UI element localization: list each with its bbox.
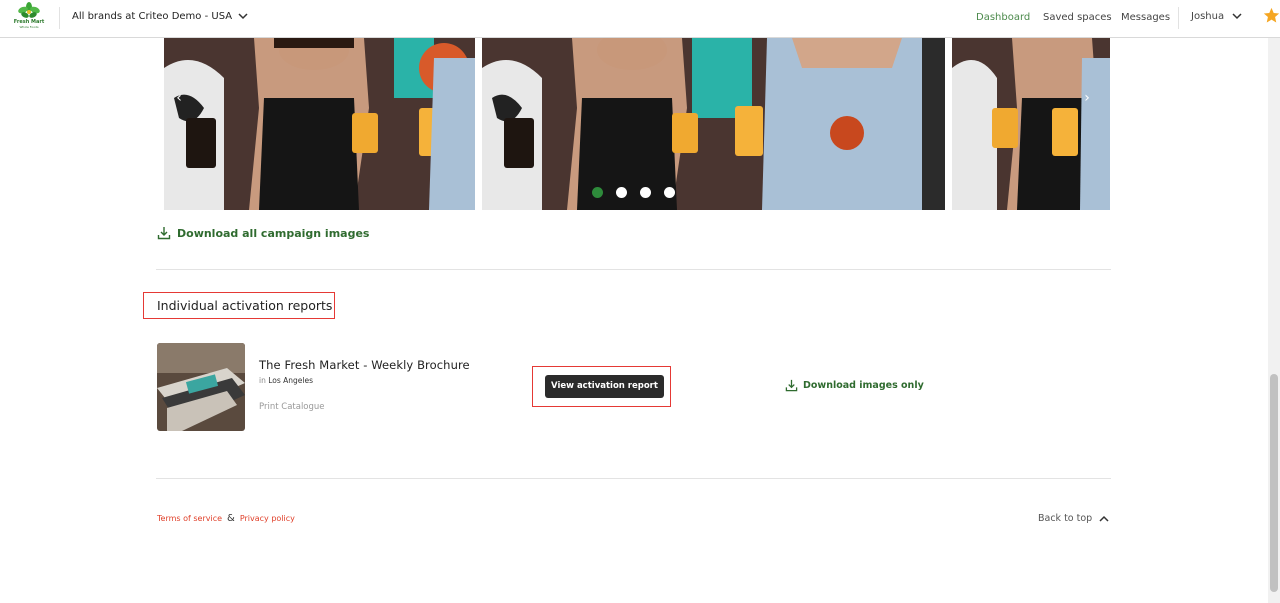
leaf-logo-icon — [18, 2, 40, 18]
carousel-dot[interactable] — [664, 187, 675, 198]
chevron-up-icon — [1099, 515, 1109, 522]
terms-of-service-link[interactable]: Terms of service — [157, 514, 222, 523]
brochure-image — [157, 343, 245, 431]
carousel-pagination — [592, 187, 675, 198]
back-to-top-link[interactable]: Back to top — [1038, 513, 1109, 524]
header-divider — [59, 7, 60, 29]
brand-selector[interactable]: All brands at Criteo Demo - USA — [72, 11, 248, 22]
download-all-images-link[interactable]: Download all campaign images — [157, 226, 369, 240]
logo-subtext: Whole Foods — [19, 25, 39, 29]
carousel-slide — [482, 38, 945, 210]
campaign-photo — [952, 38, 1110, 210]
privacy-policy-link[interactable]: Privacy policy — [240, 514, 295, 523]
download-images-label: Download images only — [803, 380, 924, 391]
location-name: Los Angeles — [268, 376, 314, 385]
nav-saved-spaces[interactable]: Saved spaces — [1043, 12, 1112, 23]
report-type: Print Catalogue — [259, 402, 325, 412]
user-menu[interactable]: Joshua — [1191, 11, 1242, 22]
location-prefix: in — [259, 376, 266, 385]
report-title[interactable]: The Fresh Market - Weekly Brochure — [259, 358, 470, 372]
header-divider — [1178, 7, 1179, 29]
back-to-top-label: Back to top — [1038, 513, 1093, 524]
view-activation-report-button[interactable]: View activation report — [545, 375, 664, 398]
nav-dashboard[interactable]: Dashboard — [976, 12, 1030, 23]
download-images-only-link[interactable]: Download images only — [785, 379, 924, 392]
chevron-down-icon — [238, 13, 248, 20]
nav-messages[interactable]: Messages — [1121, 12, 1170, 23]
carousel-prev-arrow[interactable]: ‹ — [172, 90, 186, 106]
campaign-photo — [164, 38, 475, 210]
carousel-slide — [164, 38, 475, 210]
carousel-dot[interactable] — [640, 187, 651, 198]
download-icon — [785, 379, 798, 392]
top-navigation-bar: Fresh Mart Whole Foods All brands at Cri… — [0, 0, 1280, 38]
divider — [156, 269, 1111, 270]
fresh-mart-logo[interactable]: Fresh Mart Whole Foods — [12, 2, 46, 34]
download-icon — [157, 227, 171, 240]
star-icon[interactable] — [1263, 7, 1280, 24]
carousel-next-arrow[interactable]: › — [1080, 90, 1094, 106]
campaign-photo — [482, 38, 945, 210]
carousel-dot[interactable] — [616, 187, 627, 198]
user-name: Joshua — [1191, 11, 1225, 22]
ampersand: & — [227, 513, 235, 524]
campaign-image-carousel[interactable]: ‹ › — [164, 38, 1110, 210]
footer-links: Terms of service & Privacy policy — [157, 513, 295, 524]
download-all-label: Download all campaign images — [177, 226, 370, 240]
section-title: Individual activation reports — [143, 292, 335, 319]
chevron-down-icon — [1232, 13, 1242, 20]
divider — [156, 478, 1111, 479]
carousel-dot[interactable] — [592, 187, 603, 198]
report-location: in Los Angeles — [259, 376, 313, 385]
brand-selector-label: All brands at Criteo Demo - USA — [72, 11, 233, 22]
report-thumbnail — [157, 343, 245, 431]
carousel-slide — [952, 38, 1110, 210]
scrollbar-thumb[interactable] — [1270, 374, 1278, 592]
